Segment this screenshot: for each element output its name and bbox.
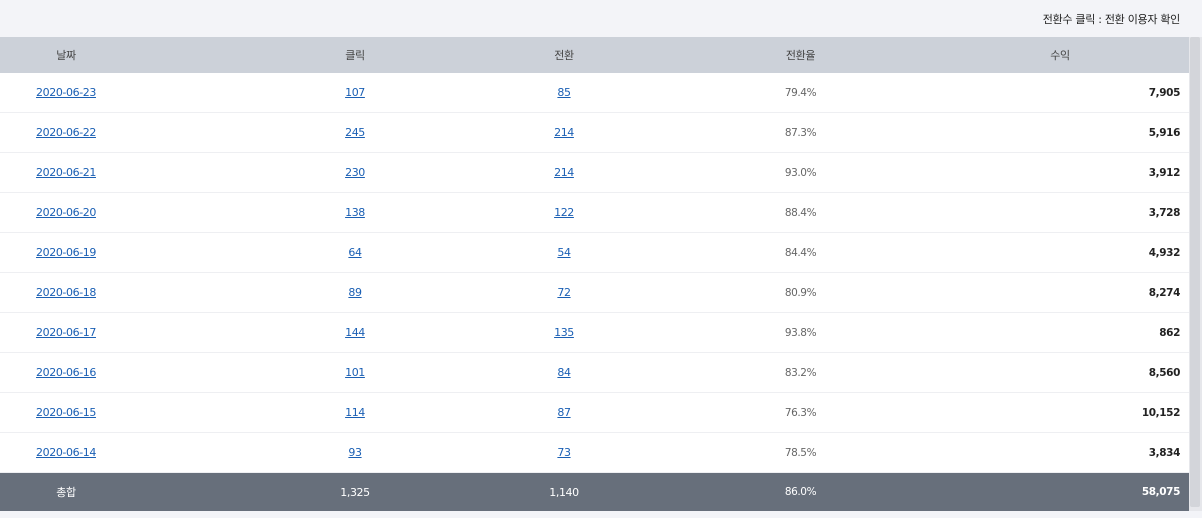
revenue-value: 5,916 — [1148, 126, 1181, 139]
click-link[interactable]: 101 — [345, 366, 365, 379]
header-conversion: 전환 — [554, 49, 574, 62]
header-date: 날짜 — [56, 49, 76, 62]
rate-value: 93.8% — [784, 326, 817, 339]
rate-value: 80.9% — [784, 286, 817, 299]
stats-table: 날짜 클릭 전환 전환율 수익 2020-06-23 107 85 79.4% … — [0, 37, 1190, 511]
revenue-value: 8,274 — [1148, 286, 1181, 299]
rate-value: 93.0% — [784, 166, 817, 179]
table-row: 2020-06-18 89 72 80.9% 8,274 — [0, 273, 1190, 313]
click-link[interactable]: 245 — [345, 126, 365, 139]
revenue-value: 862 — [1159, 326, 1180, 339]
header-revenue: 수익 — [1050, 49, 1070, 62]
table-row: 2020-06-19 64 54 84.4% 4,932 — [0, 233, 1190, 273]
total-row: 총합 1,325 1,140 86.0% 58,075 — [0, 473, 1190, 511]
total-label: 총합 — [56, 486, 76, 499]
rate-value: 88.4% — [784, 206, 817, 219]
table-row: 2020-06-15 114 87 76.3% 10,152 — [0, 393, 1190, 433]
date-link[interactable]: 2020-06-21 — [36, 166, 96, 179]
scrollbar-thumb[interactable] — [1190, 37, 1200, 507]
conversion-link[interactable]: 73 — [557, 446, 571, 459]
date-link[interactable]: 2020-06-15 — [36, 406, 96, 419]
rate-value: 79.4% — [784, 86, 817, 99]
click-link[interactable]: 107 — [345, 86, 365, 99]
rate-value: 83.2% — [784, 366, 817, 379]
click-link[interactable]: 89 — [348, 286, 362, 299]
rate-value: 76.3% — [784, 406, 817, 419]
conversion-link[interactable]: 85 — [557, 86, 571, 99]
total-conversion: 1,140 — [549, 485, 579, 499]
date-link[interactable]: 2020-06-14 — [36, 446, 96, 459]
click-link[interactable]: 64 — [348, 246, 362, 259]
total-click: 1,325 — [340, 485, 370, 499]
date-link[interactable]: 2020-06-17 — [36, 326, 96, 339]
vertical-scrollbar[interactable] — [1189, 37, 1202, 511]
revenue-value: 8,560 — [1148, 366, 1181, 379]
total-rate: 86.0% — [784, 486, 817, 498]
revenue-value: 3,912 — [1148, 166, 1181, 179]
click-link[interactable]: 138 — [345, 206, 365, 219]
table-row: 2020-06-20 138 122 88.4% 3,728 — [0, 193, 1190, 233]
revenue-value: 4,932 — [1148, 246, 1181, 259]
click-link[interactable]: 93 — [348, 446, 362, 459]
date-link[interactable]: 2020-06-19 — [36, 246, 96, 259]
conversion-link[interactable]: 135 — [554, 326, 574, 339]
revenue-value: 7,905 — [1148, 86, 1181, 99]
date-link[interactable]: 2020-06-18 — [36, 286, 96, 299]
date-link[interactable]: 2020-06-16 — [36, 366, 96, 379]
conversion-link[interactable]: 54 — [557, 246, 571, 259]
table-row: 2020-06-14 93 73 78.5% 3,834 — [0, 433, 1190, 473]
rate-value: 87.3% — [784, 126, 817, 139]
table-row: 2020-06-23 107 85 79.4% 7,905 — [0, 73, 1190, 113]
conversion-link[interactable]: 214 — [554, 166, 574, 179]
conversion-click-note: 전환수 클릭 : 전환 이용자 확인 — [1042, 13, 1181, 26]
header-click: 클릭 — [345, 49, 365, 62]
table-row: 2020-06-21 230 214 93.0% 3,912 — [0, 153, 1190, 193]
conversion-link[interactable]: 84 — [557, 366, 571, 379]
conversion-link[interactable]: 72 — [557, 286, 571, 299]
click-link[interactable]: 114 — [345, 406, 365, 419]
revenue-value: 3,834 — [1148, 446, 1181, 459]
revenue-value: 10,152 — [1141, 406, 1181, 419]
table-row: 2020-06-17 144 135 93.8% 862 — [0, 313, 1190, 353]
header-rate: 전환율 — [785, 49, 816, 62]
date-link[interactable]: 2020-06-22 — [36, 126, 96, 139]
rate-value: 78.5% — [784, 446, 817, 459]
table-row: 2020-06-16 101 84 83.2% 8,560 — [0, 353, 1190, 393]
conversion-link[interactable]: 214 — [554, 126, 574, 139]
conversion-link[interactable]: 122 — [554, 206, 574, 219]
rate-value: 84.4% — [784, 246, 817, 259]
total-revenue: 58,075 — [1141, 486, 1181, 498]
date-link[interactable]: 2020-06-20 — [36, 206, 96, 219]
date-link[interactable]: 2020-06-23 — [36, 86, 96, 99]
table-row: 2020-06-22 245 214 87.3% 5,916 — [0, 113, 1190, 153]
conversion-link[interactable]: 87 — [557, 406, 571, 419]
click-link[interactable]: 144 — [345, 326, 365, 339]
revenue-value: 3,728 — [1148, 206, 1181, 219]
click-link[interactable]: 230 — [345, 166, 365, 179]
table-header: 날짜 클릭 전환 전환율 수익 — [0, 37, 1190, 73]
